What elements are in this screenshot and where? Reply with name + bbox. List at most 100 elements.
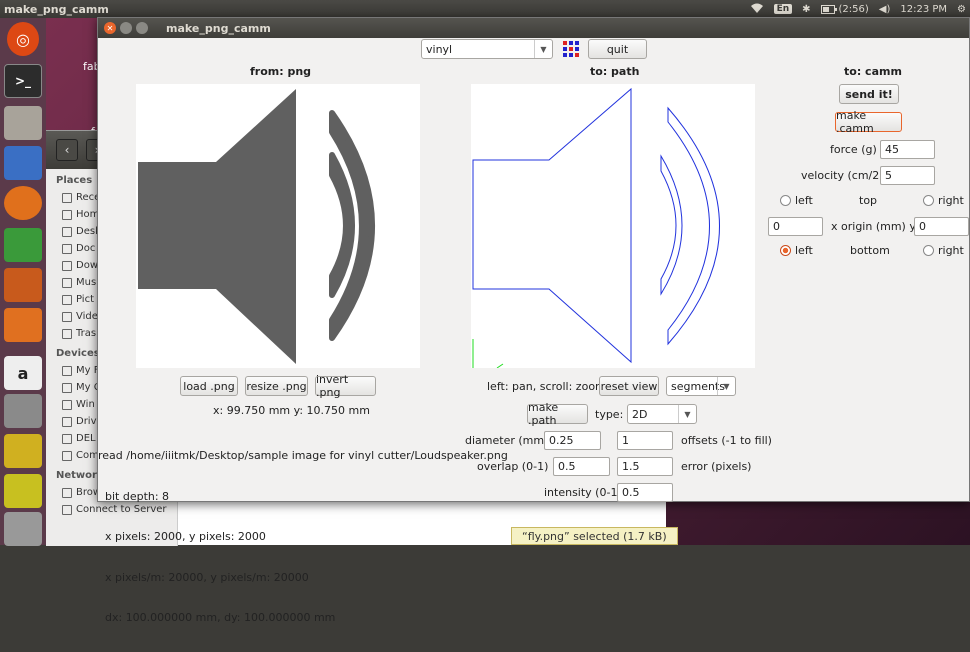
battery-icon (820, 4, 837, 14)
top-label: top (859, 194, 878, 207)
type-label: type: (595, 408, 624, 421)
minimize-icon[interactable] (120, 22, 132, 34)
chevron-down-icon: ▼ (717, 377, 735, 395)
file-info-line: x pixels: 2000, y pixels: 2000 (98, 530, 266, 543)
launcher-writer-icon[interactable] (4, 146, 42, 180)
launcher: ◎ >_ a (0, 18, 46, 546)
diameter-field[interactable]: 0.25 (544, 431, 601, 450)
volume-icon[interactable]: ◀) (879, 4, 891, 15)
launcher-ubuntu-icon[interactable]: ◎ (7, 22, 39, 56)
active-app-title: make_png_camm (4, 2, 109, 16)
force-label: force (g) (830, 143, 877, 156)
reset-view-button[interactable]: reset view (599, 376, 659, 396)
folder-icon (62, 226, 72, 237)
left-label: left (795, 194, 813, 207)
left-label: left (795, 244, 813, 257)
download-icon (62, 260, 72, 271)
window-title: make_png_camm (166, 21, 271, 35)
document-icon (62, 243, 72, 254)
video-icon (62, 311, 72, 322)
to-camm-header: to: camm (844, 65, 902, 78)
wifi-icon[interactable] (750, 2, 764, 17)
launcher-settings-icon[interactable] (4, 394, 42, 428)
gear-icon[interactable]: ⚙ (957, 4, 966, 15)
color-grid-icon[interactable] (562, 40, 580, 58)
music-icon (62, 277, 72, 288)
segments-select[interactable]: segments ▼ (666, 376, 736, 396)
drive-icon (62, 433, 72, 444)
launcher-calc-icon[interactable] (4, 228, 42, 262)
launcher-update-icon[interactable] (4, 474, 42, 508)
type-select[interactable]: 2D ▼ (627, 404, 697, 424)
battery-indicator[interactable]: (2:56) (820, 3, 869, 15)
origin-top-left-radio[interactable] (780, 195, 791, 206)
top-panel: make_png_camm En ✱ (2:56) ◀) 12:23 PM ⚙ (0, 0, 970, 18)
launcher-terminal-icon[interactable]: >_ (4, 64, 42, 98)
drive-icon (62, 416, 72, 427)
invert-png-button[interactable]: invert .png (315, 373, 376, 399)
computer-icon (62, 450, 72, 461)
origin-label: x origin (mm) y (831, 220, 916, 233)
file-info-line: read /home/iiitmk/Desktop/sample image f… (98, 449, 508, 462)
to-path-header: to: path (590, 65, 640, 78)
offsets-field[interactable]: 1 (617, 431, 673, 450)
launcher-drive-icon[interactable] (4, 434, 42, 468)
send-it-button[interactable]: send it! (839, 84, 899, 104)
overlap-label: overlap (0-1) (477, 460, 549, 473)
error-label: error (pixels) (681, 460, 752, 473)
make-path-button[interactable]: make .path (527, 401, 588, 427)
velocity-label: velocity (cm/2) (801, 169, 884, 182)
origin-top-right-radio[interactable] (923, 195, 934, 206)
bottom-label: bottom (850, 244, 890, 257)
file-selection-status: “fly.png” selected (1.7 kB) (511, 527, 678, 545)
file-info-line: bit depth: 8 (98, 489, 170, 503)
make-camm-button[interactable]: make .camm (835, 109, 902, 135)
maximize-icon[interactable] (136, 22, 148, 34)
velocity-field[interactable]: 5 (880, 166, 935, 185)
close-icon[interactable]: ✕ (104, 22, 116, 34)
file-info-line: dx: 100.000000 mm, dy: 100.000000 mm (98, 611, 336, 624)
launcher-impress-icon[interactable] (4, 268, 42, 302)
origin-y-field[interactable]: 0 (914, 217, 969, 236)
speaker-image (138, 89, 375, 364)
clock-icon (62, 192, 72, 203)
force-field[interactable]: 45 (880, 140, 935, 159)
launcher-drive2-icon[interactable] (4, 512, 42, 546)
origin-bottom-left-radio[interactable] (780, 245, 791, 256)
clock[interactable]: 12:23 PM (900, 4, 947, 15)
path-outline (472, 87, 720, 369)
path-preview-canvas[interactable] (471, 84, 755, 369)
launcher-amazon-icon[interactable]: a (4, 356, 42, 390)
home-icon (62, 209, 72, 220)
drive-icon (62, 365, 72, 376)
launcher-files-icon[interactable] (4, 106, 42, 140)
cursor-coordinates: x: 99.750 mm y: 10.750 mm (213, 404, 370, 417)
origin-bottom-right-radio[interactable] (923, 245, 934, 256)
origin-x-field[interactable]: 0 (768, 217, 823, 236)
chevron-down-icon: ▼ (534, 40, 552, 58)
network-icon (62, 487, 72, 498)
error-field[interactable]: 1.5 (617, 457, 673, 476)
png-preview-canvas[interactable] (136, 84, 420, 368)
make-png-camm-window: ✕ make_png_camm vinyl ▼ quit from: png t… (97, 17, 970, 624)
intensity-label: intensity (0-1) (544, 486, 622, 499)
battery-time: (2:56) (838, 3, 869, 15)
right-label: right (938, 244, 964, 257)
diameter-label: diameter (mm) (465, 434, 549, 447)
bluetooth-icon[interactable]: ✱ (802, 4, 810, 15)
launcher-firefox-icon[interactable] (4, 186, 42, 220)
launcher-software-center-icon[interactable] (4, 308, 42, 342)
keyboard-layout-indicator[interactable]: En (773, 4, 793, 14)
machine-select[interactable]: vinyl ▼ (421, 39, 553, 59)
resize-png-button[interactable]: resize .png (245, 376, 308, 396)
drive-icon (62, 399, 72, 410)
window-titlebar: ✕ make_png_camm (98, 18, 969, 38)
pan-zoom-hint: left: pan, scroll: zoom (487, 380, 606, 393)
quit-button[interactable]: quit (588, 39, 647, 59)
offsets-label: offsets (-1 to fill) (681, 434, 772, 447)
intensity-field[interactable]: 0.5 (617, 483, 673, 502)
back-button[interactable]: ‹ (56, 139, 78, 161)
drive-icon (62, 382, 72, 393)
load-png-button[interactable]: load .png (180, 376, 238, 396)
overlap-field[interactable]: 0.5 (553, 457, 610, 476)
